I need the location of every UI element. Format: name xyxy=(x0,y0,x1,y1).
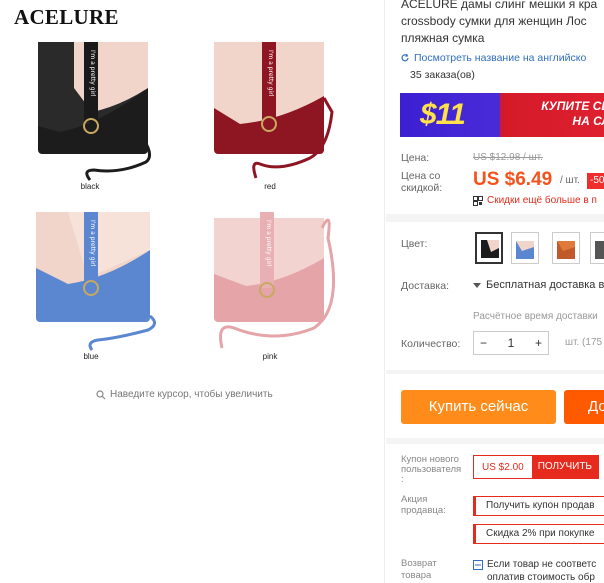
promo-label-line-2: продавца: xyxy=(401,505,446,516)
bag-image-blue[interactable]: I'm a pretty girl xyxy=(28,198,168,358)
buy-now-button[interactable]: Купить сейчас xyxy=(401,390,556,424)
get-coupon-button[interactable]: ПОЛУЧИТЬ xyxy=(531,455,598,479)
color-label: Цвет: xyxy=(401,238,428,250)
discount-label-line-2: скидкой: xyxy=(401,182,443,194)
brand-logo: ACELURE xyxy=(14,5,119,29)
return-policy: Если товар не соответс оплатив стоимость… xyxy=(473,558,596,583)
product-title: ACELURE дамы слинг мешки я кра crossbody… xyxy=(401,0,604,47)
shipping-estimate: Расчётное время доставки xyxy=(473,311,598,322)
more-discounts-text[interactable]: Скидки ещё больше в п xyxy=(487,195,597,206)
bag-image-black[interactable]: I'm a pretty girl xyxy=(30,28,170,188)
title-line-2: crossbody сумки для женщин Лос xyxy=(401,14,587,28)
promo-label-line-1: Акция xyxy=(401,494,428,505)
shipping-value: Бесплатная доставка в R xyxy=(486,279,604,291)
bag-image-pink[interactable]: I'm a pretty girl xyxy=(204,198,344,358)
seller-promo-2[interactable]: Скидка 2% при покупке xyxy=(473,524,604,544)
promo-banner[interactable]: $11 КУПИТЕ СЕЙ НА СЛЕ xyxy=(400,93,604,137)
product-info: ACELURE дамы слинг мешки я кра crossbody… xyxy=(386,0,604,583)
discount-price-label: Цена со скидкой: xyxy=(401,170,442,194)
quantity-available: шт. (175 xyxy=(565,337,603,348)
product-page: ACELURE I'm a pretty girl black I'm a pr… xyxy=(0,0,604,583)
new-user-coupon-label: Купон нового пользователя : xyxy=(401,455,461,485)
seller-promo-1[interactable]: Получить купон продав xyxy=(473,496,604,516)
divider xyxy=(386,214,604,222)
bag-red-icon: I'm a pretty girl xyxy=(214,42,334,179)
coupon-value: US $2.00 xyxy=(482,461,524,473)
strap-text: I'm a pretty girl xyxy=(265,220,272,267)
quantity-input[interactable]: 1 xyxy=(508,336,515,350)
return-line-1-wrap: Если товар не соответс xyxy=(473,558,596,571)
return-label-line-2: товара xyxy=(401,570,432,581)
discount-badge: -50 xyxy=(587,173,604,189)
color-swatch-black[interactable] xyxy=(475,232,503,264)
quantity-plus-button[interactable]: + xyxy=(535,336,542,350)
translate-link[interactable]: Посмотреть название на английско xyxy=(400,52,586,64)
chevron-down-icon xyxy=(473,283,481,288)
quantity-label: Количество: xyxy=(401,338,461,350)
translate-link-text[interactable]: Посмотреть название на английско xyxy=(414,52,586,64)
quantity-stepper: − 1 + xyxy=(473,331,549,355)
bag-image-red[interactable]: I'm a pretty girl xyxy=(200,28,340,188)
banner-amount: $11 xyxy=(420,98,466,131)
bag-pink-icon: I'm a pretty girl xyxy=(214,212,336,349)
swatch-blue-icon xyxy=(516,241,534,259)
more-discounts-link[interactable]: Скидки ещё больше в п xyxy=(473,195,597,206)
price-label: Цена: xyxy=(401,152,430,164)
orders-count: 35 заказа(ов) xyxy=(410,69,475,81)
variant-caption-black: black xyxy=(80,182,100,191)
swatch-gray-icon xyxy=(595,241,604,259)
title-line-3: пляжная сумка xyxy=(401,31,485,45)
strap-text: I'm a pretty girl xyxy=(89,50,96,97)
variant-caption-blue: blue xyxy=(83,352,99,361)
qr-code-icon xyxy=(473,195,483,206)
current-price: US $6.49 xyxy=(473,169,553,190)
new-user-coupon[interactable]: US $2.00 ПОЛУЧИТЬ xyxy=(473,455,599,479)
swatch-black-icon xyxy=(481,240,499,258)
magnifier-icon xyxy=(96,389,106,399)
bag-blue-icon: I'm a pretty girl xyxy=(36,212,156,351)
color-swatch-brown[interactable] xyxy=(552,232,580,264)
coupon-label-line-3: : xyxy=(401,474,404,485)
quantity-minus-button[interactable]: − xyxy=(480,336,487,350)
banner-line-2: НА СЛЕ xyxy=(572,114,604,128)
seller-promo-label: Акция продавца: xyxy=(401,494,446,516)
return-line-1: Если товар не соответс xyxy=(487,559,597,570)
discount-label-line-1: Цена со xyxy=(401,170,441,182)
return-line-2: оплатив стоимость обр xyxy=(487,572,595,583)
price-unit: / шт. xyxy=(560,175,580,186)
coupon-label-line-2: пользователя xyxy=(401,464,462,475)
color-swatch-gray[interactable] xyxy=(590,232,604,264)
shipping-selector[interactable]: Бесплатная доставка в R xyxy=(473,279,604,291)
add-to-cart-button[interactable]: До xyxy=(564,390,604,424)
banner-line-1: КУПИТЕ СЕЙ xyxy=(541,99,604,113)
return-label-line-1: Возврат xyxy=(401,558,437,569)
zoom-hint-text: Наведите курсор, чтобы увеличить xyxy=(110,389,273,400)
strap-text: I'm a pretty girl xyxy=(267,50,274,97)
shipping-label: Доставка: xyxy=(401,280,450,292)
bag-black-icon: I'm a pretty girl xyxy=(38,42,151,181)
zoom-hint: Наведите курсор, чтобы увеличить xyxy=(96,389,273,400)
divider xyxy=(386,438,604,444)
old-price: US $12.98 / шт. xyxy=(473,152,543,163)
swatch-brown-icon xyxy=(557,241,575,259)
translate-icon xyxy=(401,53,409,62)
divider xyxy=(386,370,604,374)
variant-caption-pink: pink xyxy=(262,352,278,361)
variant-caption-red: red xyxy=(264,182,276,191)
return-icon xyxy=(473,559,483,570)
title-line-1: ACELURE дамы слинг мешки я кра xyxy=(401,0,598,11)
strap-text: I'm a pretty girl xyxy=(89,220,96,267)
return-label: Возврат товара xyxy=(401,558,437,582)
product-gallery: ACELURE I'm a pretty girl black I'm a pr… xyxy=(0,0,385,583)
color-swatch-blue[interactable] xyxy=(511,232,539,264)
banner-text: КУПИТЕ СЕЙ НА СЛЕ xyxy=(518,99,604,129)
